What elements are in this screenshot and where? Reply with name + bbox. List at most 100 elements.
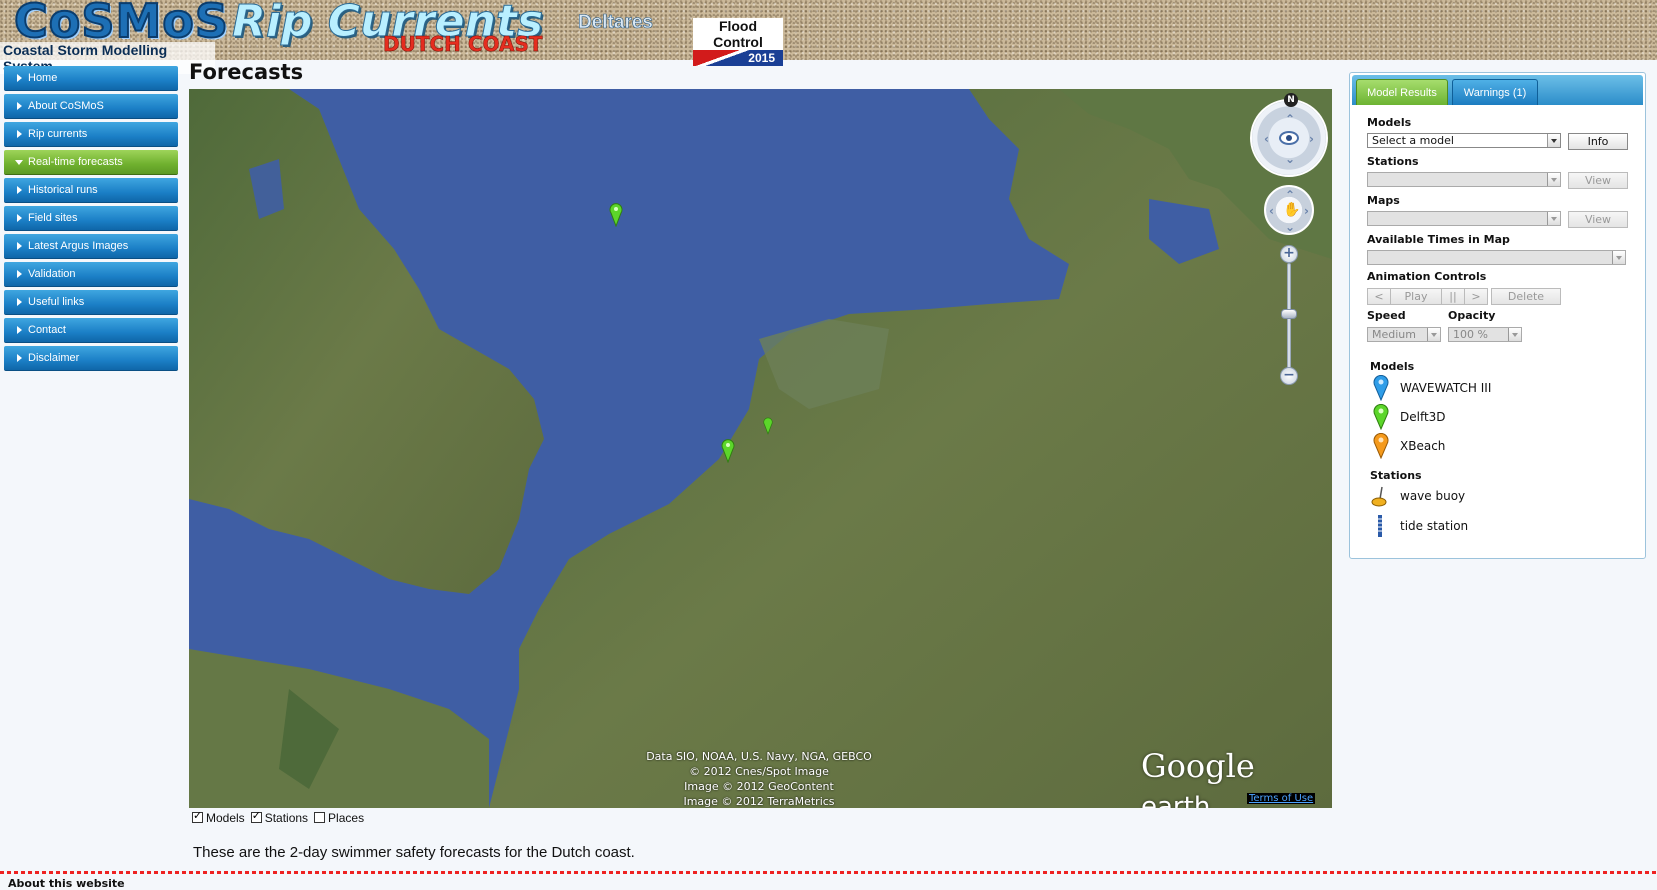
legend-item-tide-station: tide station — [1370, 513, 1468, 539]
look-left-arrow-icon[interactable]: ‹ — [1264, 133, 1269, 145]
move-down-arrow-icon[interactable]: ⌄ — [1285, 221, 1295, 233]
dutch-coast-logo: DUTCH COAST — [383, 32, 543, 57]
sidebar-nav: Home About CoSMoS Rip currents Real-time… — [4, 66, 178, 374]
layer-toggles: Models Stations Places — [192, 809, 370, 825]
maps-select[interactable] — [1367, 211, 1561, 226]
stations-select[interactable] — [1367, 172, 1561, 187]
move-left-arrow-icon[interactable]: ‹ — [1269, 205, 1274, 217]
sidebar-item-field-sites[interactable]: Field sites — [4, 206, 178, 231]
look-right-arrow-icon[interactable]: › — [1309, 133, 1314, 145]
map-marker-delft3d[interactable] — [721, 439, 735, 463]
tab-model-results[interactable]: Model Results — [1356, 79, 1448, 105]
legend-item-xbeach: XBeach — [1370, 433, 1445, 459]
cosmos-logo[interactable]: CoSMoS Coastal Storm Modelling System — [0, 0, 229, 74]
tab-warnings[interactable]: Warnings (1) — [1452, 79, 1538, 105]
legend-label: XBeach — [1400, 439, 1446, 453]
model-results-panel: Model Results Warnings (1) Models Select… — [1349, 72, 1646, 559]
legend-item-wave-buoy: wave buoy — [1370, 483, 1465, 509]
google-earth-logo-google: Google — [1141, 747, 1255, 785]
sidebar-item-home[interactable]: Home — [4, 66, 178, 91]
legend-item-wavewatch: WAVEWATCH III — [1370, 375, 1491, 401]
layer-toggle-label: Places — [328, 811, 365, 825]
layer-toggle-places[interactable]: Places — [314, 811, 364, 825]
sidebar-item-real-time-forecasts[interactable]: Real-time forecasts — [4, 150, 178, 175]
anim-delete-button[interactable]: Delete — [1491, 288, 1561, 305]
chevron-down-icon[interactable] — [1508, 328, 1521, 341]
anim-next-button[interactable]: > — [1464, 288, 1488, 305]
speed-select[interactable]: Medium — [1367, 327, 1441, 342]
blue-pin-icon — [1373, 375, 1389, 401]
stations-view-button[interactable]: View — [1568, 172, 1628, 189]
compass-north-label: N — [1284, 93, 1298, 107]
sidebar-item-about[interactable]: About CoSMoS — [4, 94, 178, 119]
zoom-thumb[interactable] — [1281, 309, 1297, 319]
chevron-down-icon[interactable] — [1547, 134, 1560, 147]
zoom-slider[interactable]: + − — [1279, 245, 1299, 385]
google-earth-map[interactable]: N ⌃ ⌄ ‹ › ⌃ ⌄ ‹ › ✋ + − Data SIO, NOAA, … — [189, 89, 1332, 808]
google-earth-logo-earth: earth — [1141, 792, 1211, 808]
look-down-arrow-icon[interactable]: ⌄ — [1285, 153, 1295, 165]
sidebar-item-useful-links[interactable]: Useful links — [4, 290, 178, 315]
orange-pin-icon — [1373, 433, 1389, 459]
intro-text: These are the 2-day swimmer safety forec… — [193, 844, 635, 861]
chevron-down-icon[interactable] — [1547, 212, 1560, 225]
sidebar-item-contact[interactable]: Contact — [4, 318, 178, 343]
chevron-down-icon[interactable] — [1612, 251, 1625, 264]
move-navigation-control[interactable]: ⌃ ⌄ ‹ › ✋ — [1264, 185, 1314, 235]
map-marker-delft3d[interactable] — [763, 417, 773, 435]
look-navigation-control[interactable]: N ⌃ ⌄ ‹ › — [1250, 93, 1328, 177]
models-checkbox[interactable] — [192, 809, 203, 823]
flood-control-logo-year: 2015 — [693, 50, 783, 66]
anim-prev-button[interactable]: < — [1367, 288, 1391, 305]
cosmos-logo-text: CoSMoS — [13, 0, 229, 49]
panel-tabbar: Model Results Warnings (1) — [1352, 75, 1643, 105]
zoom-in-icon[interactable]: + — [1280, 245, 1298, 263]
flood-control-logo-text: Flood Control — [693, 18, 783, 50]
info-button[interactable]: Info — [1568, 133, 1628, 150]
layer-toggle-label: Models — [206, 811, 245, 825]
chevron-down-icon[interactable] — [1547, 173, 1560, 186]
attribution-line: Data SIO, NOAA, U.S. Navy, NGA, GEBCO — [646, 750, 872, 763]
stations-checkbox[interactable] — [250, 809, 262, 823]
animation-controls-label: Animation Controls — [1367, 270, 1487, 283]
satellite-terrain — [189, 89, 1332, 808]
sidebar-item-disclaimer[interactable]: Disclaimer — [4, 346, 178, 371]
terms-of-use-link[interactable]: Terms of Use — [1247, 793, 1316, 804]
places-checkbox[interactable] — [314, 811, 326, 823]
models-label: Models — [1367, 116, 1412, 129]
layer-toggle-models[interactable]: Models — [192, 809, 245, 825]
models-select[interactable]: Select a model — [1367, 133, 1561, 148]
available-times-select[interactable] — [1367, 250, 1626, 265]
wave-buoy-icon — [1371, 486, 1387, 507]
move-right-arrow-icon[interactable]: › — [1304, 205, 1309, 217]
sidebar-item-argus-images[interactable]: Latest Argus Images — [4, 234, 178, 259]
maps-view-button[interactable]: View — [1568, 211, 1628, 228]
green-pin-icon — [1373, 404, 1389, 430]
zoom-out-icon[interactable]: − — [1280, 367, 1298, 385]
eye-icon — [1279, 131, 1299, 145]
opacity-label: Opacity — [1448, 309, 1496, 322]
legend-label: wave buoy — [1400, 489, 1466, 503]
layer-toggle-label: Stations — [264, 811, 309, 825]
opacity-select-value: 100 % — [1453, 328, 1488, 341]
map-marker-delft3d[interactable] — [609, 203, 623, 227]
speed-select-value: Medium — [1372, 328, 1416, 341]
look-up-arrow-icon[interactable]: ⌃ — [1285, 113, 1295, 125]
legend-stations-title: Stations — [1370, 469, 1422, 482]
anim-play-button[interactable]: Play — [1390, 288, 1442, 305]
legend-label: WAVEWATCH III — [1400, 381, 1492, 395]
legend-label: Delft3D — [1400, 410, 1446, 424]
maps-label: Maps — [1367, 194, 1400, 207]
layer-toggle-stations[interactable]: Stations — [250, 809, 309, 825]
move-up-arrow-icon[interactable]: ⌃ — [1285, 189, 1295, 201]
opacity-select[interactable]: 100 % — [1448, 327, 1522, 342]
models-select-value: Select a model — [1372, 134, 1454, 147]
chevron-down-icon[interactable] — [1427, 328, 1440, 341]
deltares-logo[interactable]: Deltares — [578, 12, 654, 34]
sidebar-item-validation[interactable]: Validation — [4, 262, 178, 287]
sidebar-item-historical-runs[interactable]: Historical runs — [4, 178, 178, 203]
footer-title: About this website — [8, 877, 125, 890]
sidebar-item-rip-currents[interactable]: Rip currents — [4, 122, 178, 147]
anim-pause-button[interactable]: || — [1441, 288, 1465, 305]
flood-control-logo[interactable]: Flood Control 2015 — [693, 18, 783, 66]
